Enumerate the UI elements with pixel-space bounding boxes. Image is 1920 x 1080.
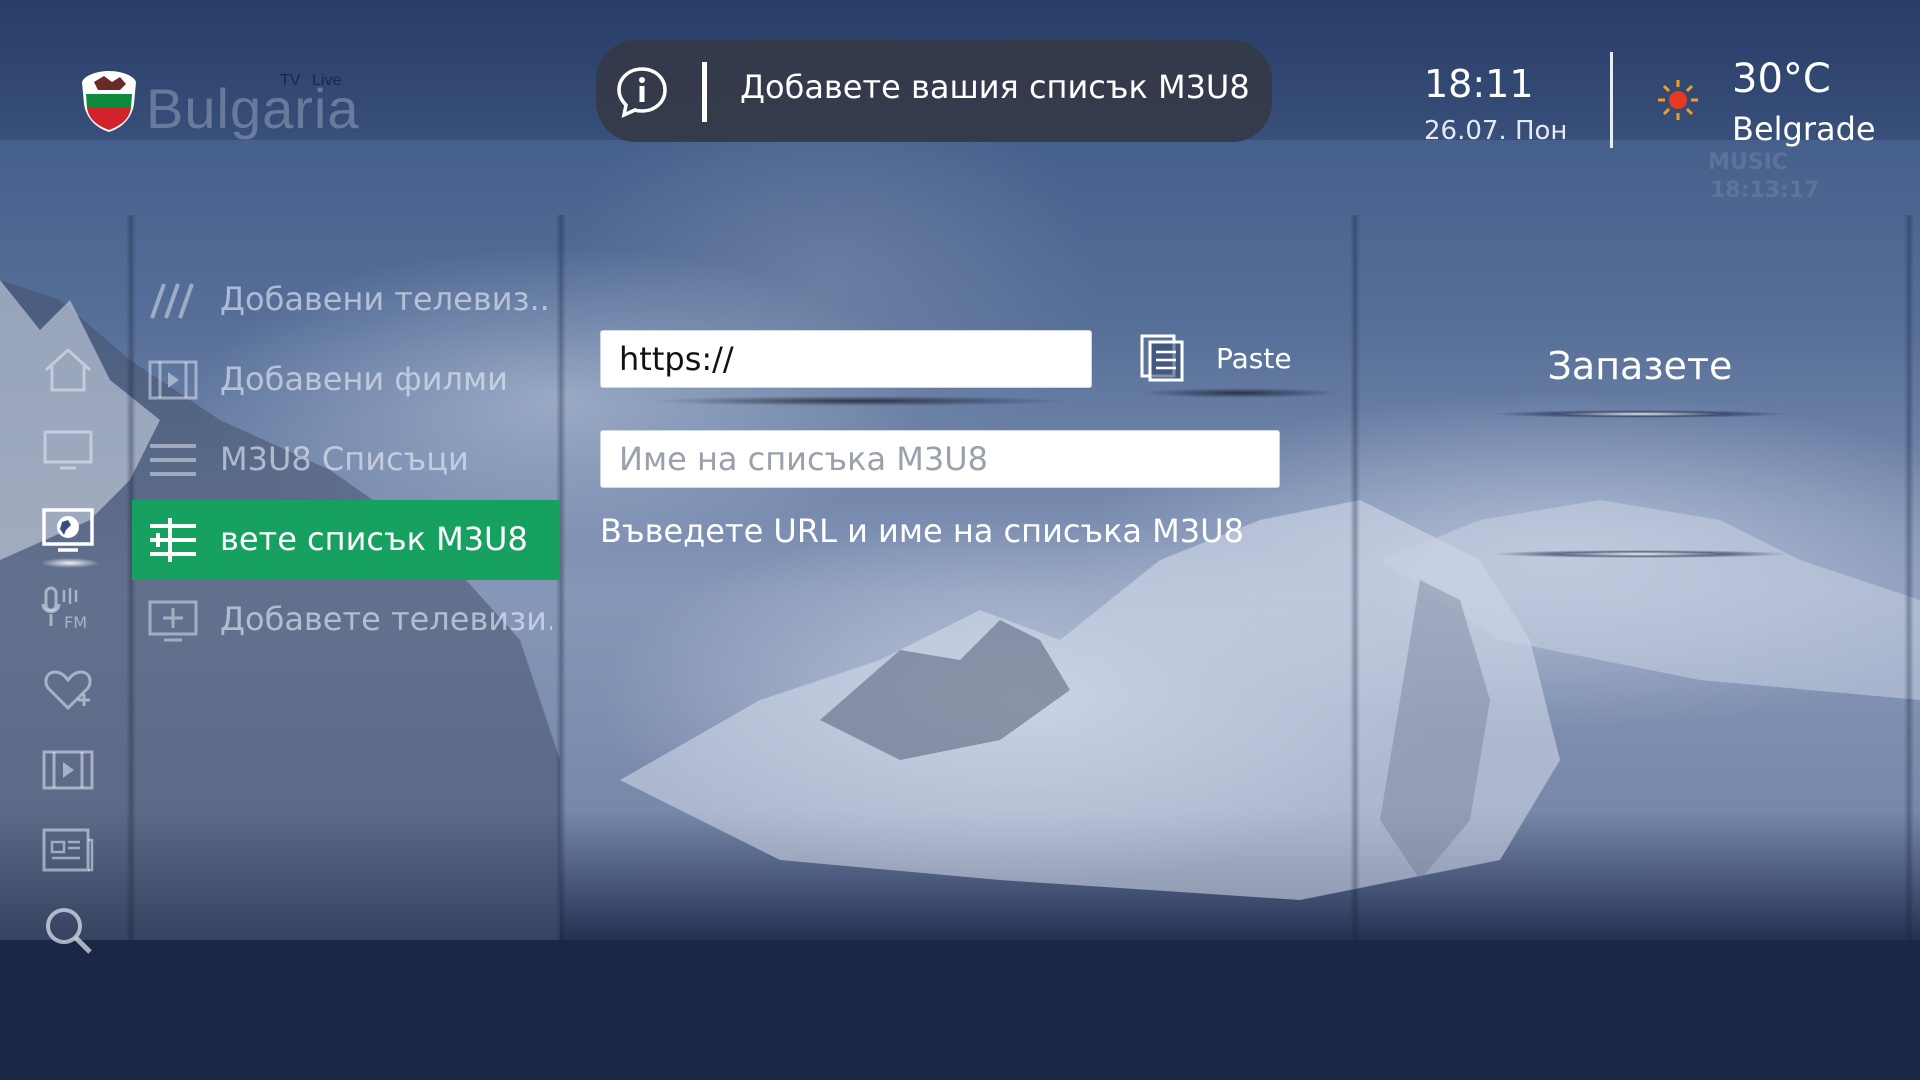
clock-time: 18:11 (1424, 62, 1534, 106)
tv-icon (43, 430, 93, 470)
sun-weather-icon (1658, 80, 1698, 120)
paste-label: Paste (1216, 342, 1292, 375)
list-icon (150, 444, 196, 476)
banner-separator (702, 62, 707, 122)
nav-active-indicator (40, 558, 100, 568)
weather-temperature: 30°C (1732, 56, 1831, 102)
header-separator (1610, 52, 1613, 148)
bulgaria-shield-icon (82, 71, 136, 132)
film-icon (42, 750, 94, 790)
main-nav-rail: FM (0, 280, 130, 960)
nav-tv[interactable] (40, 422, 96, 478)
nav-home[interactable] (40, 342, 96, 398)
submenu-m3u8-lists[interactable]: M3U8 Списъци (132, 420, 560, 500)
list-name-input[interactable] (600, 430, 1280, 488)
submenu-add-tv[interactable]: Добавете телевизи.. (132, 580, 560, 660)
heart-plus-icon (44, 670, 92, 711)
add-tv-icon (148, 600, 198, 642)
nav-search[interactable] (40, 902, 96, 958)
save-button[interactable]: Запазете (1420, 330, 1860, 410)
channel-watermark-time: 18:13:17 (1710, 178, 1820, 203)
search-icon (46, 908, 92, 954)
submenu-label: Добавени филми (220, 360, 508, 398)
weather-city: Belgrade (1732, 110, 1876, 148)
save-separator (1490, 410, 1790, 418)
bottom-bar (0, 940, 1920, 1080)
nav-news[interactable] (40, 822, 96, 878)
news-icon (42, 828, 94, 872)
banner-text: Добавете вашия списък M3U8 (740, 68, 1250, 106)
save-label: Запазете (1547, 344, 1733, 388)
submenu-label: вете списък M3U8 (220, 520, 528, 558)
fm-radio-icon: FM (41, 586, 87, 632)
info-banner: Добавете вашия списък M3U8 (596, 40, 1272, 142)
logo-live-label: Live (312, 72, 342, 89)
info-chat-icon (617, 67, 667, 119)
submenu-add-m3u8-list[interactable]: вете списък M3U8 (132, 500, 560, 580)
slashes-icon (150, 283, 194, 319)
paste-shadow (1140, 388, 1340, 398)
svg-text:FM: FM (64, 613, 87, 632)
submenu-label: Добавени телевиз.. (220, 280, 550, 318)
submenu-added-tv[interactable]: Добавени телевиз.. (132, 260, 560, 340)
app-logo: Bulgaria TV Live (76, 68, 366, 140)
url-input[interactable] (600, 330, 1092, 388)
submenu-label: Добавете телевизи.. (220, 600, 552, 638)
clipboard-icon (1140, 334, 1184, 382)
nav-movies[interactable] (40, 742, 96, 798)
nav-fm-radio[interactable]: FM (40, 582, 96, 638)
logo-tv-label: TV (280, 72, 301, 89)
save-separator (1490, 550, 1790, 558)
globe-tv-icon (42, 508, 94, 552)
nav-world-tv[interactable] (40, 502, 96, 558)
add-list-icon (150, 518, 196, 562)
submenu-label: M3U8 Списъци (220, 440, 469, 478)
submenu-added-movies[interactable]: Добавени филми (132, 340, 560, 420)
clock-date: 26.07. Пон (1424, 116, 1568, 146)
form-hint: Въведете URL и име на списъка M3U8 (600, 512, 1244, 550)
panel-divider (1904, 215, 1914, 940)
nav-favorites[interactable] (40, 662, 96, 718)
url-field-shadow (650, 396, 1070, 406)
channel-watermark: MUSIC (1708, 150, 1788, 175)
film-icon (148, 360, 198, 400)
home-icon (44, 347, 92, 392)
panel-divider (1350, 215, 1360, 940)
paste-button[interactable]: Paste (1130, 330, 1330, 388)
